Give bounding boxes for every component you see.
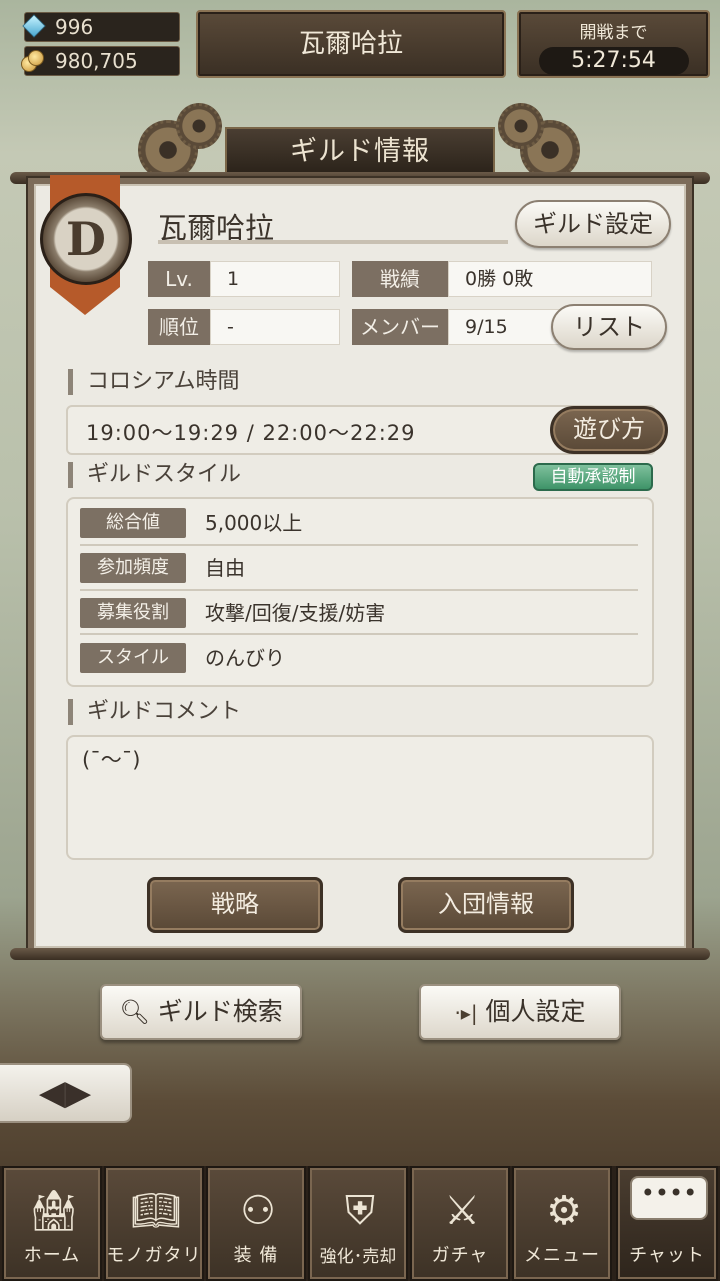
emblem-letter: D xyxy=(66,212,106,266)
colosseum-times: 19:00〜19:29 / 22:00〜22:29 xyxy=(86,421,416,445)
guild-style-section-title: ギルドスタイル xyxy=(68,462,241,488)
style-row-label: スタイル xyxy=(80,643,186,673)
gold-counter: 980,705 xyxy=(21,46,180,76)
guild-comment-text: (¯～¯) xyxy=(82,748,141,772)
guild-search-button[interactable]: 🔍︎ ギルド検索 xyxy=(100,984,302,1040)
style-row-value: 攻撃/回復/支援/妨害 xyxy=(205,601,386,625)
book-icon: 📖︎ xyxy=(130,1188,182,1234)
nav-home[interactable]: 🏰︎ ホーム xyxy=(2,1166,102,1281)
gem-icon xyxy=(22,14,46,38)
bottom-rod xyxy=(10,948,710,960)
level-label: Lv. xyxy=(148,261,210,297)
colosseum-section-title: コロシアム時間 xyxy=(68,369,239,395)
style-row-label: 募集役割 xyxy=(80,598,186,628)
battle-countdown-timer: 5:27:54 xyxy=(538,47,689,75)
level-value: 1 xyxy=(210,261,340,297)
auto-approve-badge: 自動承認制 xyxy=(533,463,653,491)
battle-countdown-label: 開戦まで xyxy=(579,23,648,43)
back-arrow-icon: ◀▶ xyxy=(38,1073,92,1113)
member-label: メンバー xyxy=(352,309,448,345)
guild-emblem: D xyxy=(40,175,132,315)
style-row-label: 総合値 xyxy=(80,508,186,538)
style-row-value: 自由 xyxy=(205,556,245,580)
strategy-button[interactable]: 戦略 xyxy=(147,877,323,933)
gears-icon: ⚙ xyxy=(546,1188,582,1234)
coin-icon xyxy=(19,48,47,74)
guild-settings-button[interactable]: ギルド設定 xyxy=(515,200,671,248)
name-underline xyxy=(158,240,508,244)
rank-label: 順位 xyxy=(148,309,210,345)
style-row-value: 5,000以上 xyxy=(205,511,303,535)
gear-decoration-icon xyxy=(176,103,222,149)
row-divider xyxy=(80,633,638,635)
row-divider xyxy=(80,589,638,591)
join-info-button[interactable]: 入団情報 xyxy=(398,877,574,933)
record-label: 戦績 xyxy=(352,261,448,297)
gem-counter: 996 xyxy=(22,12,180,42)
back-arrow-button[interactable]: ◀▶ xyxy=(0,1063,132,1123)
personal-settings-button[interactable]: ·▸| 個人設定 xyxy=(419,984,621,1040)
rank-value: - xyxy=(210,309,340,345)
nav-chat[interactable]: •••• チャット xyxy=(616,1166,718,1281)
gem-count: 996 xyxy=(55,15,94,39)
style-row-value: のんびり xyxy=(205,646,285,670)
nav-gacha[interactable]: ⚔ ガチャ xyxy=(410,1166,510,1281)
member-value: 9/15 xyxy=(448,309,568,345)
puppet-icon: ⚇ xyxy=(240,1188,276,1234)
panel-title: ギルド情報 xyxy=(225,127,495,177)
record-value: 0勝 0敗 xyxy=(448,261,652,297)
nav-story[interactable]: 📖︎ モノガタリ xyxy=(104,1166,204,1281)
style-row-label: 参加頻度 xyxy=(80,553,186,583)
crossed-swords-icon: ⚔ xyxy=(444,1188,480,1234)
guild-comment-box xyxy=(66,735,654,860)
search-icon: 🔍︎ xyxy=(119,998,150,1026)
nav-enhance-sell[interactable]: ⛨ 強化･売却 xyxy=(308,1166,408,1281)
guild-comment-section-title: ギルドコメント xyxy=(68,699,241,725)
guild-name-header[interactable]: 瓦爾哈拉 xyxy=(196,10,506,78)
chat-icon: •••• xyxy=(630,1176,708,1220)
gear-decoration-icon xyxy=(498,103,544,149)
gold-count: 980,705 xyxy=(55,49,138,73)
castle-icon: 🏰︎ xyxy=(28,1188,80,1234)
battle-countdown: 開戦まで 5:27:54 xyxy=(517,10,710,78)
enter-icon: ·▸| xyxy=(454,1001,478,1025)
shield-sword-icon: ⛨ xyxy=(345,1188,375,1234)
nav-menu[interactable]: ⚙ メニュー xyxy=(512,1166,612,1281)
how-to-play-button[interactable]: 遊び方 xyxy=(550,406,668,454)
row-divider xyxy=(80,544,638,546)
member-list-button[interactable]: リスト xyxy=(551,304,667,350)
nav-equipment[interactable]: ⚇ 装 備 xyxy=(206,1166,306,1281)
